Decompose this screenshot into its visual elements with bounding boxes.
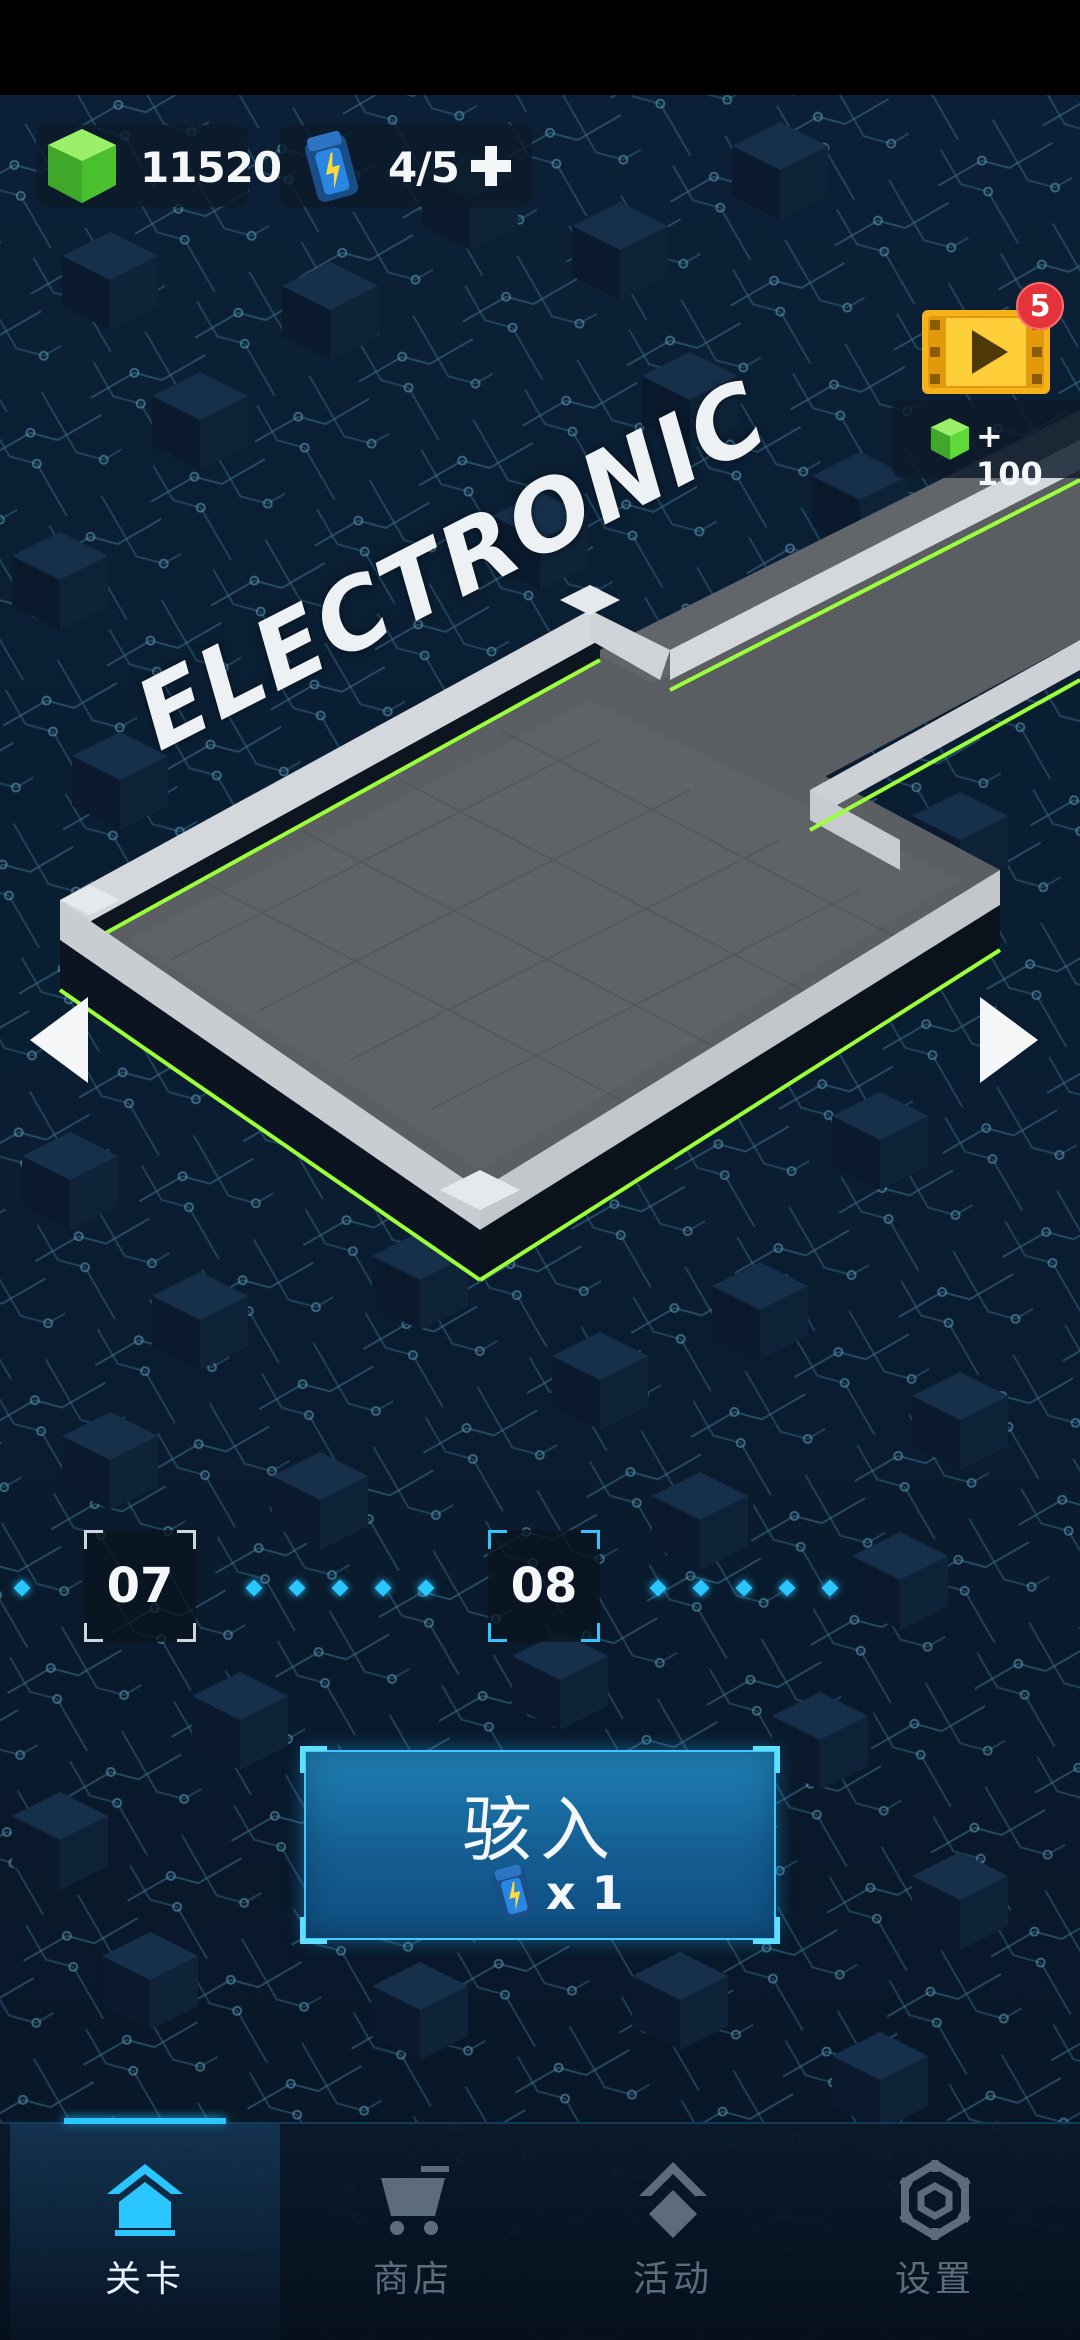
tab-settings[interactable]: 设置 [800,2124,1070,2340]
level-07[interactable]: 07 [84,1530,196,1642]
tab-shop[interactable]: 商店 [278,2124,548,2340]
level-selector: 07 08 [0,1530,1080,1650]
tab-label: 活动 [632,2259,713,2300]
reward-amount: + 100 [976,417,1043,493]
cart-icon [381,2166,449,2235]
reward-count-badge: 5 [1016,282,1064,330]
path-dot [374,1579,392,1597]
path-dot [417,1579,435,1597]
energy-cost: x 1 [486,1860,626,1924]
watch-video-reward[interactable]: 5 + 100 [892,282,1080,493]
path-dot [649,1579,667,1597]
gem-icon [48,129,116,203]
path-dot [288,1579,306,1597]
path-dot [778,1579,796,1597]
path-dot [692,1579,710,1597]
level-number: 07 [106,1558,174,1614]
energy-cost-value: x 1 [546,1866,624,1920]
game-screen: 11520 4/5 5 + 100 ELECTRONIC 07 08 骇入 x … [0,0,1080,2340]
path-dot [13,1579,31,1597]
tab-label: 关卡 [104,2259,185,2300]
tab-label: 商店 [372,2259,453,2300]
gear-icon [899,2160,971,2240]
battery-icon [305,130,359,202]
path-dot [821,1579,839,1597]
home-icon [107,2164,183,2236]
path-dot [245,1579,263,1597]
path-dot [331,1579,349,1597]
energy-counter: 4/5 [280,125,532,207]
status-bar [0,0,1080,95]
level-number: 08 [510,1558,578,1614]
add-energy-button[interactable] [466,141,516,191]
previous-level-arrow[interactable] [26,995,96,1085]
hack-in-button[interactable]: 骇入 x 1 [300,1746,780,1944]
energy-value: 4/5 [388,143,460,192]
tab-levels[interactable]: 关卡 [10,2124,280,2340]
bottom-nav: 关卡 商店 活动 设置 [0,2118,1080,2340]
gems-counter: 11520 [36,125,282,207]
tab-events[interactable]: 活动 [538,2124,808,2340]
event-icon [639,2162,707,2238]
gems-value: 11520 [140,143,282,192]
path-dot [735,1579,753,1597]
battery-icon [493,1864,535,1920]
gem-icon [930,418,970,460]
level-08-selected[interactable]: 08 [488,1530,600,1642]
tab-label: 设置 [894,2259,975,2300]
next-level-arrow[interactable] [972,995,1042,1085]
